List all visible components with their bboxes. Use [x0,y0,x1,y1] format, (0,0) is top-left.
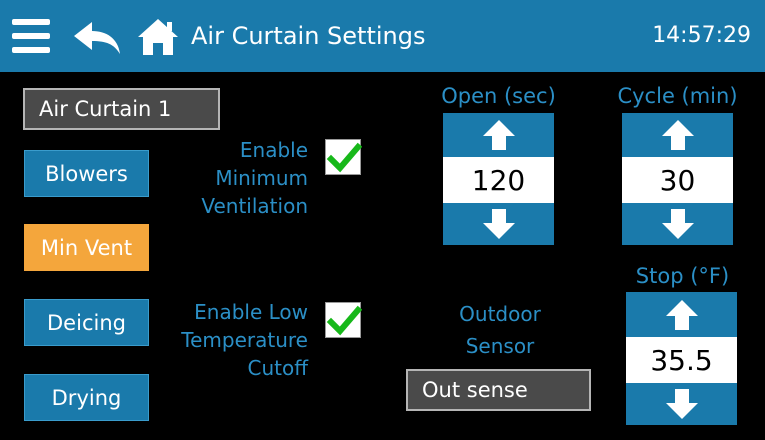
nav-blowers-label: Blowers [45,161,128,186]
nav-min-vent-label: Min Vent [40,235,133,260]
clock-time: 14:57:29 [652,23,751,48]
stop-value: 35.5 [626,337,737,383]
nav-deicing-label: Deicing [47,310,126,335]
open-increase-button[interactable] [443,113,554,157]
min-vent-option-label: Enable Minimum Ventilation [150,136,308,220]
open-spinner: 120 [443,113,554,245]
nav-drying-button[interactable]: Drying [24,374,149,421]
min-vent-label-line-2: Minimum [215,166,308,190]
stop-spinner: 35.5 [626,292,737,425]
air-curtain-select[interactable]: Air Curtain 1 [23,88,220,130]
arrow-down-icon [665,389,698,419]
arrow-down-icon [661,209,694,239]
outdoor-sensor-label: Outdoor Sensor [425,300,575,360]
checkmark-icon [326,305,363,336]
outdoor-sensor-label-line-2: Sensor [465,334,535,358]
cycle-label: Cycle (min) [617,84,738,108]
low-temp-label-line-3: Cutoff [247,356,309,380]
cycle-spinner: 30 [622,113,733,245]
outdoor-sensor-label-line-1: Outdoor [459,302,541,326]
arrow-up-icon [482,120,515,150]
cycle-increase-button[interactable] [622,113,733,157]
min-vent-label-line-3: Ventilation [201,194,308,218]
menu-icon[interactable] [12,19,50,53]
home-icon[interactable] [136,17,180,57]
stop-decrease-button[interactable] [626,383,737,425]
outdoor-sensor-select[interactable]: Out sense [406,369,591,411]
arrow-up-icon [665,299,698,330]
open-label: Open (sec) [441,84,556,108]
cycle-value: 30 [622,157,733,203]
nav-drying-label: Drying [51,385,122,410]
nav-deicing-button[interactable]: Deicing [24,299,149,346]
nav-min-vent-button[interactable]: Min Vent [24,224,149,271]
arrow-down-icon [482,209,515,239]
low-temp-option-label: Enable Low Temperature Cutoff [140,298,308,382]
open-value: 120 [443,157,554,203]
min-vent-label-line-1: Enable [239,138,308,162]
page-title: Air Curtain Settings [191,22,426,50]
checkmark-icon [326,142,363,173]
air-curtain-select-value: Air Curtain 1 [39,97,172,121]
cycle-decrease-button[interactable] [622,203,733,245]
outdoor-sensor-select-value: Out sense [422,378,528,402]
back-icon[interactable] [72,20,122,56]
stop-increase-button[interactable] [626,292,737,337]
nav-blowers-button[interactable]: Blowers [24,150,149,197]
header-bar: Air Curtain Settings 14:57:29 [0,0,765,72]
low-temp-label-line-1: Enable Low [194,300,308,324]
stop-label: Stop (°F) [635,264,730,288]
open-decrease-button[interactable] [443,203,554,245]
low-temp-label-line-2: Temperature [181,328,308,352]
arrow-up-icon [661,120,694,150]
low-temp-checkbox[interactable] [325,302,363,338]
min-vent-checkbox[interactable] [325,139,363,175]
